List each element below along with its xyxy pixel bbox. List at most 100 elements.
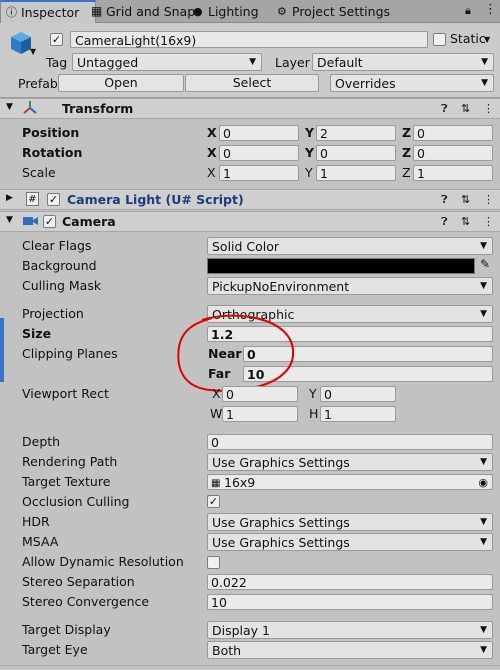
prefab-overrides-dropdown[interactable]: Overrides ▼ (330, 74, 494, 92)
help-icon[interactable]: ❓︎ (441, 193, 448, 207)
rendering-path-dropdown[interactable]: Use Graphics Settings ▼ (207, 453, 493, 471)
kebab-menu-icon[interactable]: ⋮ (483, 215, 494, 228)
camera-title: Camera (62, 214, 116, 229)
rotation-z-field[interactable]: 0 (413, 145, 493, 161)
rotation-y-axis-label: Y (305, 145, 315, 160)
scale-z-field[interactable]: 1 (413, 165, 493, 181)
layer-value: Default (317, 55, 363, 70)
tag-label: Tag (46, 55, 68, 70)
help-icon[interactable]: ❓︎ (441, 215, 448, 229)
viewport-rect-label: Viewport Rect (22, 386, 109, 401)
transform-component-header[interactable]: ▼ Transform ❓︎ ⇅ ⋮ (0, 98, 500, 119)
viewport-w-axis-label: W (210, 406, 223, 421)
chevron-down-icon: ▼ (480, 457, 487, 467)
clear-flags-value: Solid Color (212, 239, 280, 254)
static-checkbox[interactable] (433, 33, 446, 46)
target-texture-field[interactable]: ▦ 16x9 ◉ (207, 474, 493, 490)
rotation-x-axis-label: X (207, 145, 217, 160)
presets-icon[interactable]: ⇅ (461, 193, 470, 206)
presets-icon[interactable]: ⇅ (461, 102, 470, 115)
clipping-planes-label: Clipping Planes (22, 346, 118, 361)
target-display-value: Display 1 (212, 623, 271, 638)
chevron-down-icon: ▼ (480, 625, 487, 635)
target-eye-label: Target Eye (22, 642, 88, 657)
layer-dropdown[interactable]: Default ▼ (312, 53, 494, 71)
prefab-select-button[interactable]: Select (185, 74, 319, 92)
camera-icon (23, 215, 38, 230)
chevron-down-icon: ▼ (480, 645, 487, 655)
tab-project-settings-label: Project Settings (292, 4, 391, 19)
eyedropper-icon[interactable]: ✎ (480, 257, 490, 271)
cube-dropdown-arrow-icon[interactable]: ▼ (30, 47, 36, 56)
transform-title: Transform (62, 101, 134, 116)
background-color-swatch[interactable] (207, 258, 475, 274)
lock-icon[interactable]: 🔒︎ (465, 4, 471, 18)
kebab-menu-icon[interactable]: ⋮ (483, 193, 494, 206)
position-x-field[interactable]: 0 (219, 125, 299, 141)
scale-y-axis-label: Y (305, 165, 313, 180)
position-y-field[interactable]: 2 (316, 125, 396, 141)
dynamic-resolution-checkbox[interactable] (207, 556, 220, 569)
clear-flags-dropdown[interactable]: Solid Color ▼ (207, 237, 493, 255)
override-indicator-bar (0, 318, 4, 382)
dynamic-resolution-label: Allow Dynamic Resolution (22, 554, 184, 569)
scale-y-field[interactable]: 1 (316, 165, 396, 181)
viewport-h-field[interactable]: 1 (320, 406, 396, 422)
rotation-z-axis-label: Z (402, 145, 412, 160)
cube-icon (10, 31, 32, 55)
camera-component-header[interactable]: ▼ ✓ Camera ❓︎ ⇅ ⋮ (0, 211, 500, 232)
foldout-expanded-icon[interactable]: ▼ (6, 215, 13, 225)
viewport-y-field[interactable]: 0 (320, 386, 396, 402)
red-annotation-circle (177, 314, 295, 392)
grid-icon: ▦ (91, 4, 103, 18)
object-header: ▼ ✓ CameraLight(16x9) Static ▼ Tag Untag… (0, 23, 500, 98)
prefab-open-button[interactable]: Open (58, 74, 184, 92)
target-eye-dropdown[interactable]: Both ▼ (207, 641, 493, 659)
camera-enabled-checkbox[interactable]: ✓ (43, 215, 56, 228)
kebab-menu-icon[interactable]: ⋮ (483, 102, 494, 115)
tag-dropdown[interactable]: Untagged ▼ (72, 53, 262, 71)
position-label: Position (22, 125, 80, 140)
hdr-dropdown[interactable]: Use Graphics Settings ▼ (207, 513, 493, 531)
scale-x-field[interactable]: 1 (219, 165, 299, 181)
occlusion-culling-checkbox[interactable]: ✓ (207, 495, 220, 508)
position-z-field[interactable]: 0 (413, 125, 493, 141)
tag-value: Untagged (77, 55, 139, 70)
kebab-menu-icon[interactable]: ⋮ (484, 2, 497, 17)
viewport-w-field[interactable]: 1 (222, 406, 298, 422)
tab-inspector-label: Inspector (21, 5, 80, 20)
chevron-down-icon: ▼ (481, 57, 488, 67)
static-dropdown-icon[interactable]: ▼ (484, 35, 490, 44)
position-z-axis-label: Z (402, 125, 412, 140)
object-picker-icon[interactable]: ◉ (478, 475, 488, 490)
script-enabled-checkbox[interactable]: ✓ (47, 193, 60, 206)
rendering-path-value: Use Graphics Settings (212, 455, 350, 470)
viewport-x-field[interactable]: 0 (222, 386, 298, 402)
target-display-dropdown[interactable]: Display 1 ▼ (207, 621, 493, 639)
rotation-y-field[interactable]: 0 (316, 145, 396, 161)
hdr-label: HDR (22, 514, 50, 529)
target-texture-value: 16x9 (224, 475, 256, 490)
tab-grid-label: Grid and Snap (106, 4, 196, 19)
foldout-collapsed-icon[interactable]: ▶ (6, 193, 13, 203)
viewport-h-axis-label: H (309, 406, 319, 421)
culling-mask-dropdown[interactable]: PickupNoEnvironment ▼ (207, 277, 493, 295)
target-eye-value: Both (212, 643, 242, 658)
tab-project-settings[interactable]: ⚙ Project Settings (272, 1, 422, 22)
msaa-dropdown[interactable]: Use Graphics Settings ▼ (207, 533, 493, 551)
rotation-x-field[interactable]: 0 (219, 145, 299, 161)
active-checkbox[interactable]: ✓ (50, 33, 63, 46)
script-component-header[interactable]: ▶ # ✓ Camera Light (U# Script) ❓︎ ⇅ ⋮ (0, 189, 500, 210)
presets-icon[interactable]: ⇅ (461, 215, 470, 228)
foldout-expanded-icon[interactable]: ▼ (6, 102, 13, 112)
object-name-field[interactable]: CameraLight(16x9) (70, 31, 428, 48)
tab-inspector[interactable]: ⓘ Inspector (0, 0, 96, 23)
stereo-separation-field[interactable]: 0.022 (207, 574, 493, 590)
static-label: Static (450, 31, 486, 46)
stereo-convergence-field[interactable]: 10 (207, 594, 493, 610)
viewport-x-axis-label: X (212, 386, 221, 401)
occlusion-culling-label: Occlusion Culling (22, 494, 130, 509)
hdr-value: Use Graphics Settings (212, 515, 350, 530)
help-icon[interactable]: ❓︎ (441, 102, 448, 116)
depth-field[interactable]: 0 (207, 434, 493, 450)
